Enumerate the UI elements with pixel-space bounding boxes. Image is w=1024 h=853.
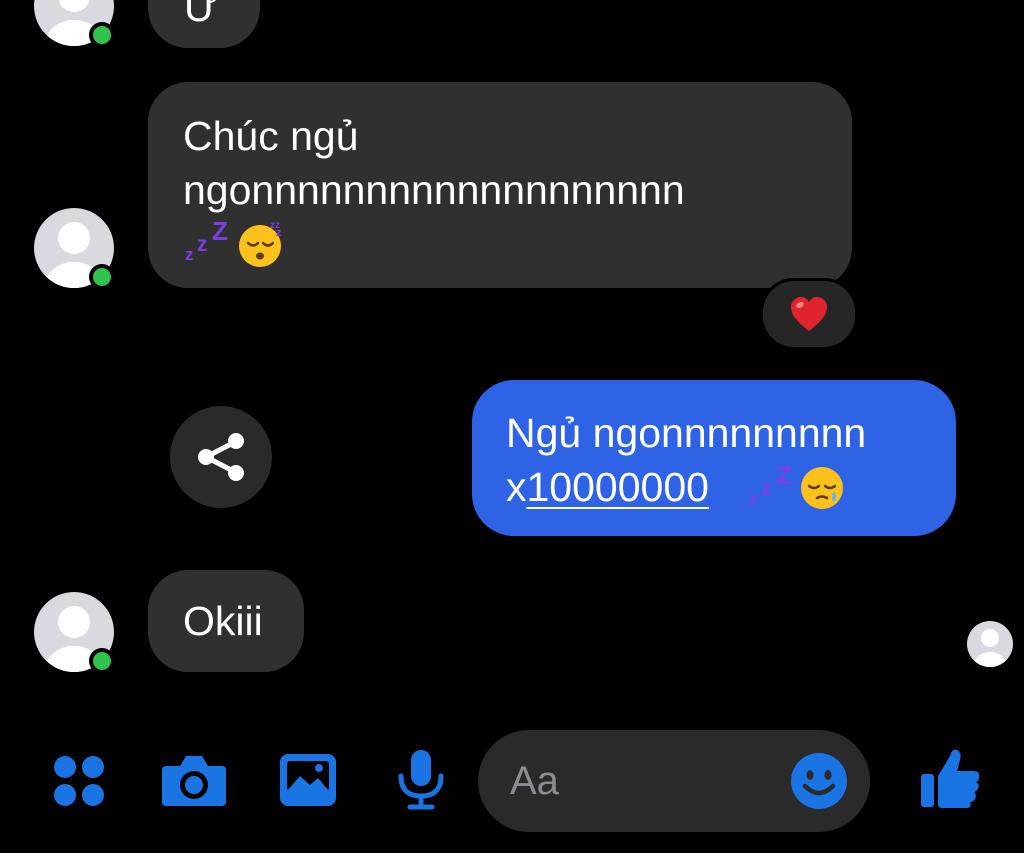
- grid-dots-icon: [54, 756, 104, 806]
- thumbs-up-icon: [921, 749, 980, 808]
- zzz-icon: z z Z: [185, 218, 228, 264]
- sleeping-face-icon: zz z: [239, 220, 282, 267]
- gallery-button[interactable]: [278, 752, 338, 808]
- message-text: Okiii: [183, 598, 263, 644]
- red-heart-icon: [791, 297, 827, 331]
- message-bubble-incoming[interactable]: Okiii: [148, 570, 304, 672]
- share-icon: [198, 433, 244, 481]
- online-status-dot: [89, 648, 115, 674]
- sleepy-face-icon: [801, 467, 843, 509]
- camera-icon: [162, 756, 226, 806]
- svg-text:z: z: [276, 227, 282, 239]
- message-bubble-outgoing[interactable]: Ngủ ngonnnnnnnnn x10000000 z z Z: [472, 380, 956, 536]
- svg-text:Z: Z: [776, 462, 792, 490]
- smiley-icon: [791, 753, 847, 809]
- emoji-button[interactable]: [790, 752, 848, 810]
- message-text-line: Ngủ ngonnnnnnnnn: [506, 410, 867, 456]
- message-text-line: x10000000: [506, 458, 709, 516]
- message-bubble-incoming[interactable]: Chúc ngủ ngonnnnnnnnnnnnnnnnnnn z z Z zz…: [148, 82, 852, 288]
- message-reaction[interactable]: [760, 278, 858, 350]
- message-text-prefix: x: [506, 464, 527, 510]
- menu-grid-button[interactable]: [50, 750, 110, 810]
- zzz-icon: z z Z: [749, 462, 792, 508]
- online-status-dot: [89, 264, 115, 290]
- svg-text:Z: Z: [212, 218, 228, 246]
- svg-text:z: z: [761, 477, 772, 500]
- message-text-line: ngonnnnnnnnnnnnnnnnnnn: [183, 167, 685, 213]
- user-silhouette-icon: [974, 629, 1006, 667]
- svg-text:z: z: [185, 245, 194, 264]
- microphone-icon: [398, 750, 444, 810]
- voice-message-button[interactable]: [396, 748, 446, 810]
- share-button[interactable]: [170, 406, 272, 508]
- svg-text:z: z: [197, 233, 208, 256]
- chat-screen: Ừ Chúc ngủ ngonnnnnnnnnnnnnnnnnnn z z Z …: [0, 0, 1024, 853]
- image-icon: [280, 754, 336, 806]
- svg-text:z: z: [749, 489, 758, 508]
- seen-indicator-avatar: [967, 621, 1013, 667]
- camera-button[interactable]: [160, 752, 228, 810]
- message-composer[interactable]: Aa: [478, 730, 870, 832]
- message-bubble-incoming[interactable]: Ừ: [148, 0, 260, 48]
- message-link[interactable]: 10000000: [527, 464, 709, 510]
- online-status-dot: [89, 22, 115, 48]
- message-text: Ừ: [184, 0, 220, 30]
- message-text-line: Chúc ngủ: [183, 113, 359, 159]
- like-button[interactable]: [918, 746, 982, 810]
- message-input[interactable]: Aa: [510, 756, 559, 806]
